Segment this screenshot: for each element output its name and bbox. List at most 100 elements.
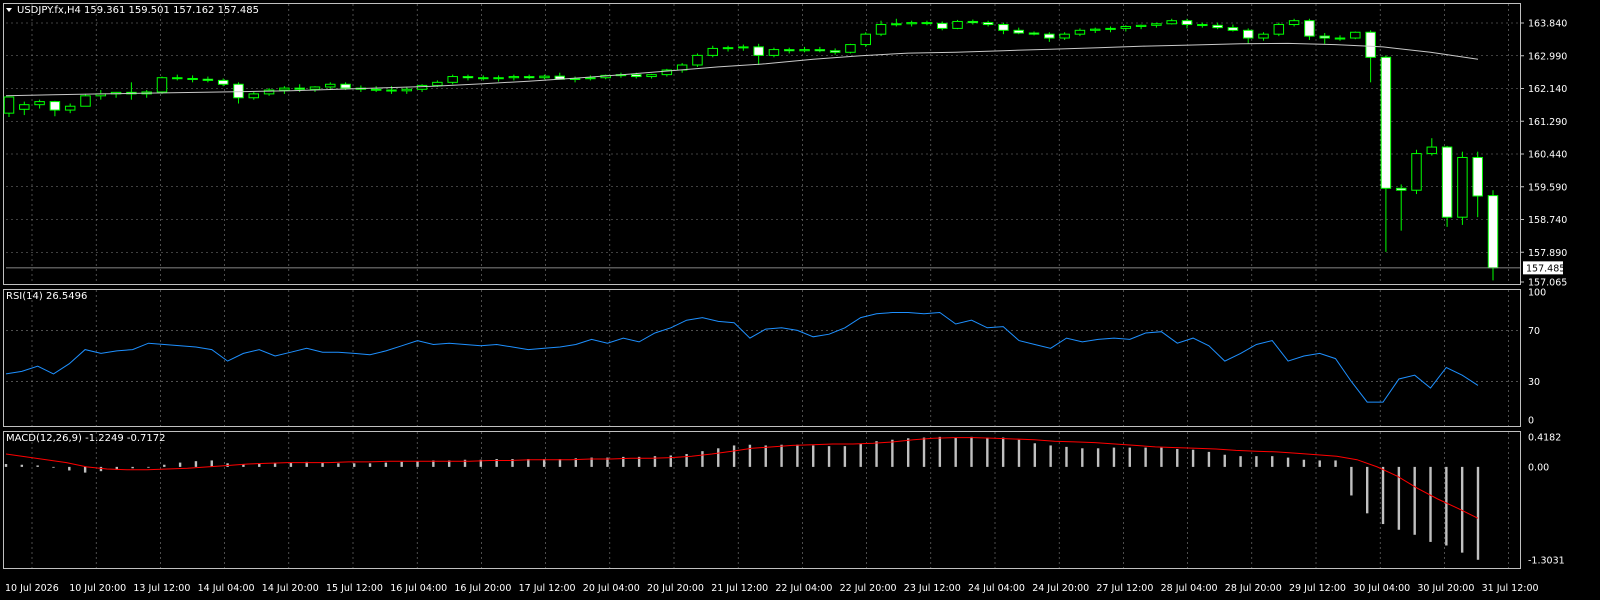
candle-bear — [936, 22, 948, 29]
candle-bull — [3, 96, 15, 114]
candle-bull — [309, 86, 321, 90]
macd-histogram-bar — [4, 464, 8, 467]
macd-histogram-bar — [1176, 449, 1179, 467]
candle-bear — [523, 76, 535, 79]
macd-histogram-bar — [812, 445, 815, 467]
candle-bull — [845, 44, 856, 53]
time-axis-label: 23 Jul 12:00 — [904, 583, 961, 594]
candle-bull — [585, 77, 596, 80]
price-axis-label: 159.590 — [1528, 182, 1567, 193]
macd-histogram-bar — [780, 444, 783, 467]
macd-histogram-bar — [1318, 460, 1321, 467]
macd-histogram-bar — [859, 444, 862, 467]
candle-bear — [187, 77, 198, 80]
time-axis-label: 16 Jul 04:00 — [390, 583, 447, 594]
candle-bull — [1288, 20, 1300, 26]
candle-bear — [829, 50, 841, 53]
macd-histogram-bar — [99, 466, 103, 472]
candle-bear — [340, 83, 351, 89]
macd-histogram-bar — [542, 459, 546, 467]
candle-bull — [64, 105, 76, 111]
candle-bear — [1319, 35, 1330, 39]
candle-bear — [233, 83, 244, 99]
macd-histogram-bar — [1207, 451, 1211, 467]
macd-histogram-bar — [1286, 457, 1290, 467]
macd-histogram-bar — [1476, 466, 1480, 560]
candle-bear — [1044, 33, 1055, 39]
price-axis-label: 158.740 — [1528, 215, 1567, 226]
macd-histogram-bar — [1381, 466, 1385, 525]
candle-bear — [753, 46, 764, 56]
macd-histogram-bar — [1334, 460, 1337, 467]
time-axis-label: 14 Jul 04:00 — [198, 583, 255, 594]
macd-histogram-bar — [68, 466, 71, 471]
candle-bull — [738, 46, 749, 49]
macd-histogram-bar — [1049, 445, 1052, 467]
time-axis-label: 20 Jul 20:00 — [647, 583, 704, 594]
macd-axis-label: 0.4182 — [1528, 433, 1561, 444]
macd-histogram-bar — [163, 464, 166, 467]
macd-histogram-bar — [20, 464, 24, 467]
time-axis-label: 10 Jul 20:00 — [69, 583, 126, 594]
macd-histogram-bar — [368, 463, 372, 467]
rsi-title: RSI(14) 26.5496 — [6, 291, 87, 302]
macd-histogram-bar — [701, 451, 704, 467]
candle-bull — [1350, 31, 1361, 39]
candle-bull — [906, 22, 917, 25]
candle-bull — [860, 33, 871, 46]
time-axis-label: 15 Jul 12:00 — [326, 583, 383, 594]
time-axis-label: 24 Jul 20:00 — [1032, 583, 1089, 594]
candle-bear — [217, 79, 229, 85]
candle-bear — [1441, 146, 1453, 218]
rsi-axis-label: 30 — [1528, 377, 1540, 388]
macd-histogram-bar — [1429, 466, 1432, 542]
candle-bull — [19, 104, 30, 110]
macd-histogram-bar — [400, 461, 403, 467]
macd-histogram-bar — [1255, 456, 1258, 467]
candle-bear — [202, 78, 214, 81]
macd-histogram-bar — [954, 437, 957, 467]
macd-histogram-bar — [764, 445, 767, 467]
candle-bull — [493, 77, 504, 80]
macd-histogram-bar — [1001, 437, 1005, 467]
candle-bear — [386, 89, 397, 92]
candle-bull — [1457, 156, 1468, 218]
candle-bull — [1166, 20, 1177, 25]
macd-histogram-bar — [796, 444, 799, 467]
time-axis-label: 17 Jul 12:00 — [519, 583, 576, 594]
chart-window[interactable]: 10 Jul 2026 10 Jul 20:00 13 Jul 12:00 14 Ju… — [0, 0, 1600, 600]
macd-histogram-bar — [1128, 447, 1131, 467]
macd-histogram-bar — [147, 466, 150, 468]
candle-bull — [1105, 27, 1116, 30]
candle-bull — [325, 83, 336, 88]
candle-bull — [1258, 33, 1269, 39]
candle-bull — [875, 24, 887, 35]
macd-histogram-bar — [321, 462, 324, 467]
candle-bear — [1212, 24, 1223, 29]
candle-bull — [248, 93, 260, 99]
price-axis-label: 161.290 — [1528, 117, 1567, 128]
candle-bull — [432, 81, 443, 86]
macd-histogram-bar — [1350, 466, 1353, 496]
macd-histogram-bar — [1239, 456, 1242, 467]
candle-bull — [646, 74, 657, 78]
macd-histogram-bar — [986, 437, 989, 467]
time-axis-label: 20 Jul 04:00 — [583, 583, 640, 594]
candle-bull — [279, 87, 290, 91]
macd-histogram-bar — [1144, 447, 1147, 467]
macd-histogram-bar — [1223, 454, 1226, 467]
candle-bull — [891, 23, 902, 26]
candle-bear — [370, 88, 382, 91]
time-axis-label: 22 Jul 04:00 — [775, 583, 832, 594]
candle-bull — [447, 76, 458, 83]
macd-histogram-bar — [843, 446, 847, 467]
price-axis-label: 162.990 — [1528, 51, 1567, 62]
candle-bear — [967, 20, 979, 24]
macd-histogram-bar — [891, 439, 894, 467]
macd-histogram-bar — [1033, 443, 1037, 467]
macd-histogram-bar — [827, 446, 831, 467]
macd-title: MACD(12,26,9) -1.2249 -0.7172 — [6, 433, 166, 444]
last-price-label: 157.485 — [1526, 263, 1565, 274]
candle-bear — [1304, 20, 1315, 37]
candle-bull — [952, 20, 963, 29]
